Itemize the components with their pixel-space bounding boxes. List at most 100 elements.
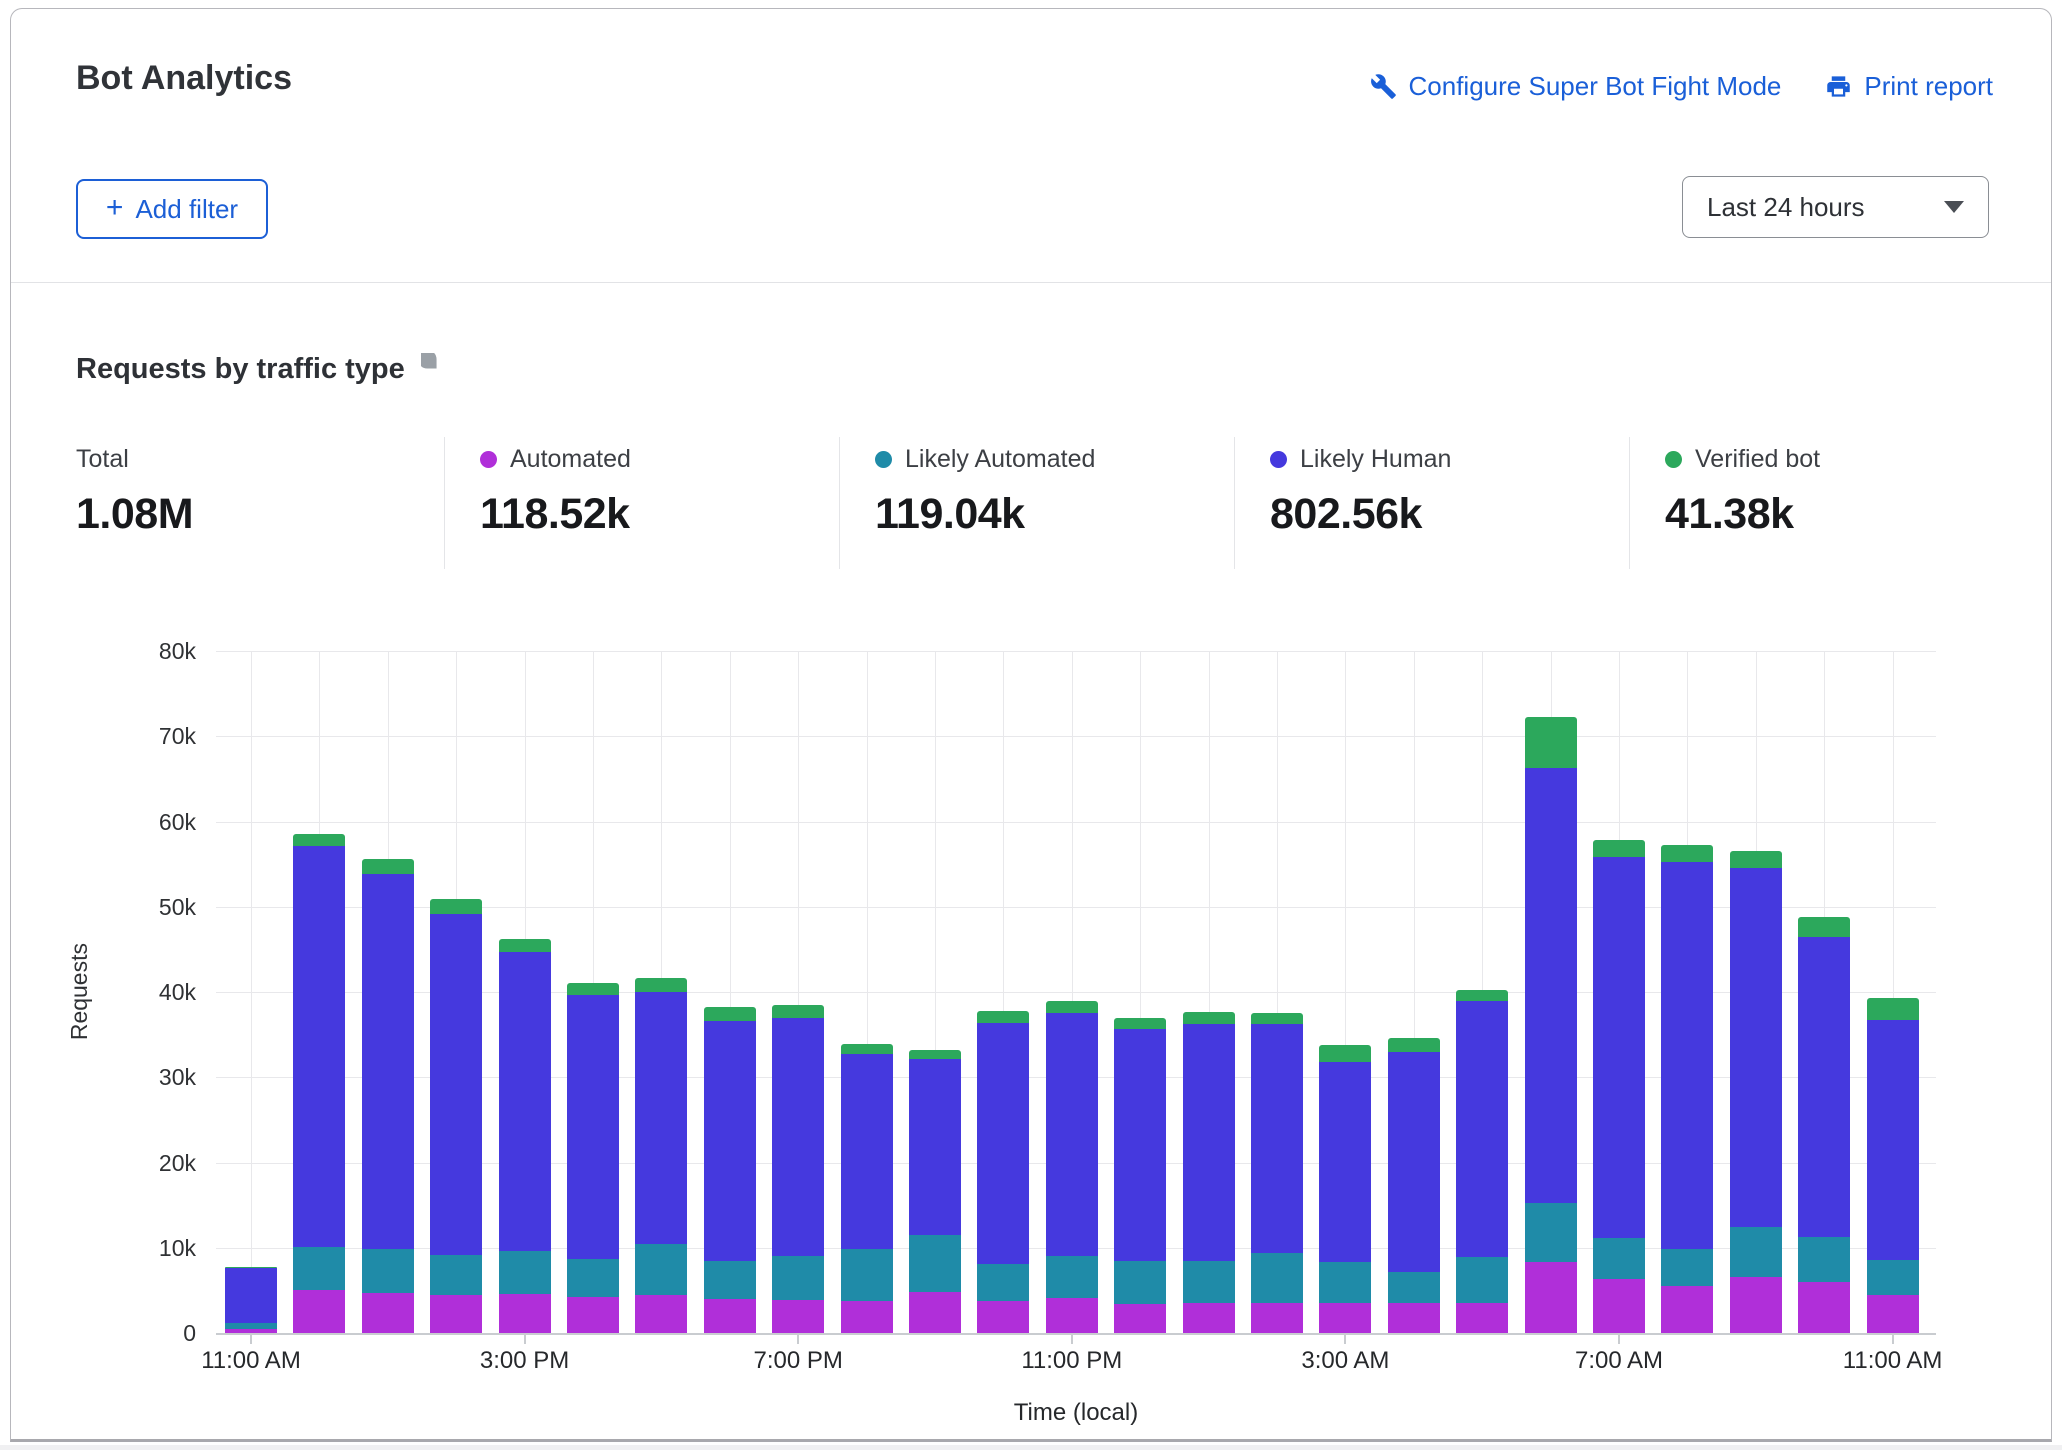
bar-24-segment-automated[interactable] xyxy=(1867,1295,1919,1333)
bar-20-segment-automated[interactable] xyxy=(1593,1279,1645,1333)
bar-4-segment-automated[interactable] xyxy=(499,1294,551,1333)
bar-13-segment-verified-bot[interactable] xyxy=(1114,1018,1166,1028)
bar-5-segment-likely-automated[interactable] xyxy=(567,1259,619,1297)
bar-14-segment-likely-human[interactable] xyxy=(1183,1024,1235,1261)
bar-5-segment-likely-human[interactable] xyxy=(567,995,619,1258)
bar-22-segment-automated[interactable] xyxy=(1730,1277,1782,1333)
bar-11-segment-likely-automated[interactable] xyxy=(977,1264,1029,1301)
bar-2-segment-automated[interactable] xyxy=(362,1293,414,1333)
bar-22-segment-verified-bot[interactable] xyxy=(1730,851,1782,868)
bar-12-segment-likely-human[interactable] xyxy=(1046,1013,1098,1256)
time-range-select[interactable]: Last 24 hours xyxy=(1682,176,1989,238)
bar-19-segment-likely-automated[interactable] xyxy=(1525,1203,1577,1262)
bar-10-segment-likely-human[interactable] xyxy=(909,1059,961,1235)
bar-6-segment-verified-bot[interactable] xyxy=(635,978,687,992)
bar-21-segment-likely-human[interactable] xyxy=(1661,862,1713,1248)
bar-20-segment-verified-bot[interactable] xyxy=(1593,840,1645,857)
bar-16-segment-automated[interactable] xyxy=(1319,1303,1371,1333)
bar-16-segment-likely-human[interactable] xyxy=(1319,1062,1371,1262)
bar-17-segment-likely-automated[interactable] xyxy=(1388,1272,1440,1304)
bar-19-segment-likely-human[interactable] xyxy=(1525,768,1577,1204)
bar-3-segment-verified-bot[interactable] xyxy=(430,899,482,914)
bar-5-segment-automated[interactable] xyxy=(567,1297,619,1333)
bar-2-segment-likely-automated[interactable] xyxy=(362,1249,414,1293)
bar-14-segment-automated[interactable] xyxy=(1183,1303,1235,1333)
bar-15-segment-likely-automated[interactable] xyxy=(1251,1253,1303,1303)
bar-21-segment-verified-bot[interactable] xyxy=(1661,845,1713,863)
bar-20-segment-likely-human[interactable] xyxy=(1593,857,1645,1237)
bar-7-segment-verified-bot[interactable] xyxy=(704,1007,756,1021)
bar-13-segment-likely-automated[interactable] xyxy=(1114,1261,1166,1304)
bar-19-segment-verified-bot[interactable] xyxy=(1525,717,1577,768)
bar-3-segment-automated[interactable] xyxy=(430,1295,482,1333)
bar-24-segment-likely-human[interactable] xyxy=(1867,1020,1919,1260)
bar-9-segment-likely-human[interactable] xyxy=(841,1054,893,1249)
bar-19-segment-automated[interactable] xyxy=(1525,1262,1577,1333)
bar-4-segment-likely-automated[interactable] xyxy=(499,1251,551,1294)
bar-11-segment-automated[interactable] xyxy=(977,1301,1029,1333)
bar-10-segment-verified-bot[interactable] xyxy=(909,1050,961,1059)
bar-12-segment-likely-automated[interactable] xyxy=(1046,1256,1098,1298)
bar-23-segment-likely-human[interactable] xyxy=(1798,937,1850,1237)
bar-15-segment-automated[interactable] xyxy=(1251,1303,1303,1333)
bar-0-segment-likely-automated[interactable] xyxy=(225,1323,277,1329)
bar-2-segment-verified-bot[interactable] xyxy=(362,859,414,874)
bar-2-segment-likely-human[interactable] xyxy=(362,874,414,1248)
bar-16-segment-verified-bot[interactable] xyxy=(1319,1045,1371,1062)
bar-15-segment-verified-bot[interactable] xyxy=(1251,1013,1303,1023)
bar-24-segment-likely-automated[interactable] xyxy=(1867,1260,1919,1295)
bar-9-segment-likely-automated[interactable] xyxy=(841,1249,893,1301)
bar-7-segment-automated[interactable] xyxy=(704,1299,756,1333)
bar-6-segment-likely-human[interactable] xyxy=(635,992,687,1244)
bar-4-segment-likely-human[interactable] xyxy=(499,952,551,1251)
bar-5-segment-verified-bot[interactable] xyxy=(567,983,619,996)
bar-17-segment-verified-bot[interactable] xyxy=(1388,1038,1440,1052)
bar-17-segment-automated[interactable] xyxy=(1388,1303,1440,1333)
bar-21-segment-likely-automated[interactable] xyxy=(1661,1249,1713,1287)
bar-7-segment-likely-automated[interactable] xyxy=(704,1261,756,1299)
bar-7-segment-likely-human[interactable] xyxy=(704,1021,756,1261)
bar-14-segment-likely-automated[interactable] xyxy=(1183,1261,1235,1304)
bar-22-segment-likely-human[interactable] xyxy=(1730,868,1782,1227)
bar-17-segment-likely-human[interactable] xyxy=(1388,1052,1440,1272)
print-report-link[interactable]: Print report xyxy=(1825,71,1993,102)
bar-1-segment-likely-automated[interactable] xyxy=(293,1247,345,1290)
bar-6-segment-likely-automated[interactable] xyxy=(635,1244,687,1294)
bar-0-segment-likely-human[interactable] xyxy=(225,1268,277,1323)
bar-12-segment-automated[interactable] xyxy=(1046,1298,1098,1333)
bar-0-segment-verified-bot[interactable] xyxy=(225,1267,277,1269)
bar-12-segment-verified-bot[interactable] xyxy=(1046,1001,1098,1013)
bar-20-segment-likely-automated[interactable] xyxy=(1593,1238,1645,1280)
bar-13-segment-automated[interactable] xyxy=(1114,1304,1166,1333)
bar-8-segment-automated[interactable] xyxy=(772,1300,824,1333)
bar-16-segment-likely-automated[interactable] xyxy=(1319,1262,1371,1303)
bar-4-segment-verified-bot[interactable] xyxy=(499,939,551,952)
bar-9-segment-automated[interactable] xyxy=(841,1301,893,1333)
bar-6-segment-automated[interactable] xyxy=(635,1295,687,1333)
add-filter-button[interactable]: + Add filter xyxy=(76,179,268,239)
bar-1-segment-automated[interactable] xyxy=(293,1290,345,1333)
bar-3-segment-likely-automated[interactable] xyxy=(430,1255,482,1294)
bar-10-segment-likely-automated[interactable] xyxy=(909,1235,961,1292)
bar-11-segment-likely-human[interactable] xyxy=(977,1023,1029,1264)
configure-super-bot-fight-mode-link[interactable]: Configure Super Bot Fight Mode xyxy=(1370,71,1782,102)
bar-18-segment-automated[interactable] xyxy=(1456,1303,1508,1333)
bar-15-segment-likely-human[interactable] xyxy=(1251,1024,1303,1253)
bar-10-segment-automated[interactable] xyxy=(909,1292,961,1333)
bar-23-segment-likely-automated[interactable] xyxy=(1798,1237,1850,1282)
bar-8-segment-verified-bot[interactable] xyxy=(772,1005,824,1019)
bar-14-segment-verified-bot[interactable] xyxy=(1183,1012,1235,1024)
bar-3-segment-likely-human[interactable] xyxy=(430,914,482,1255)
bar-23-segment-verified-bot[interactable] xyxy=(1798,917,1850,937)
bar-18-segment-likely-automated[interactable] xyxy=(1456,1257,1508,1303)
bar-23-segment-automated[interactable] xyxy=(1798,1282,1850,1333)
bar-18-segment-verified-bot[interactable] xyxy=(1456,990,1508,1001)
bar-24-segment-verified-bot[interactable] xyxy=(1867,998,1919,1020)
bar-18-segment-likely-human[interactable] xyxy=(1456,1001,1508,1257)
bar-8-segment-likely-human[interactable] xyxy=(772,1018,824,1256)
bar-1-segment-likely-human[interactable] xyxy=(293,846,345,1247)
bar-13-segment-likely-human[interactable] xyxy=(1114,1029,1166,1262)
bar-11-segment-verified-bot[interactable] xyxy=(977,1011,1029,1023)
bar-22-segment-likely-automated[interactable] xyxy=(1730,1227,1782,1276)
bar-1-segment-verified-bot[interactable] xyxy=(293,834,345,846)
